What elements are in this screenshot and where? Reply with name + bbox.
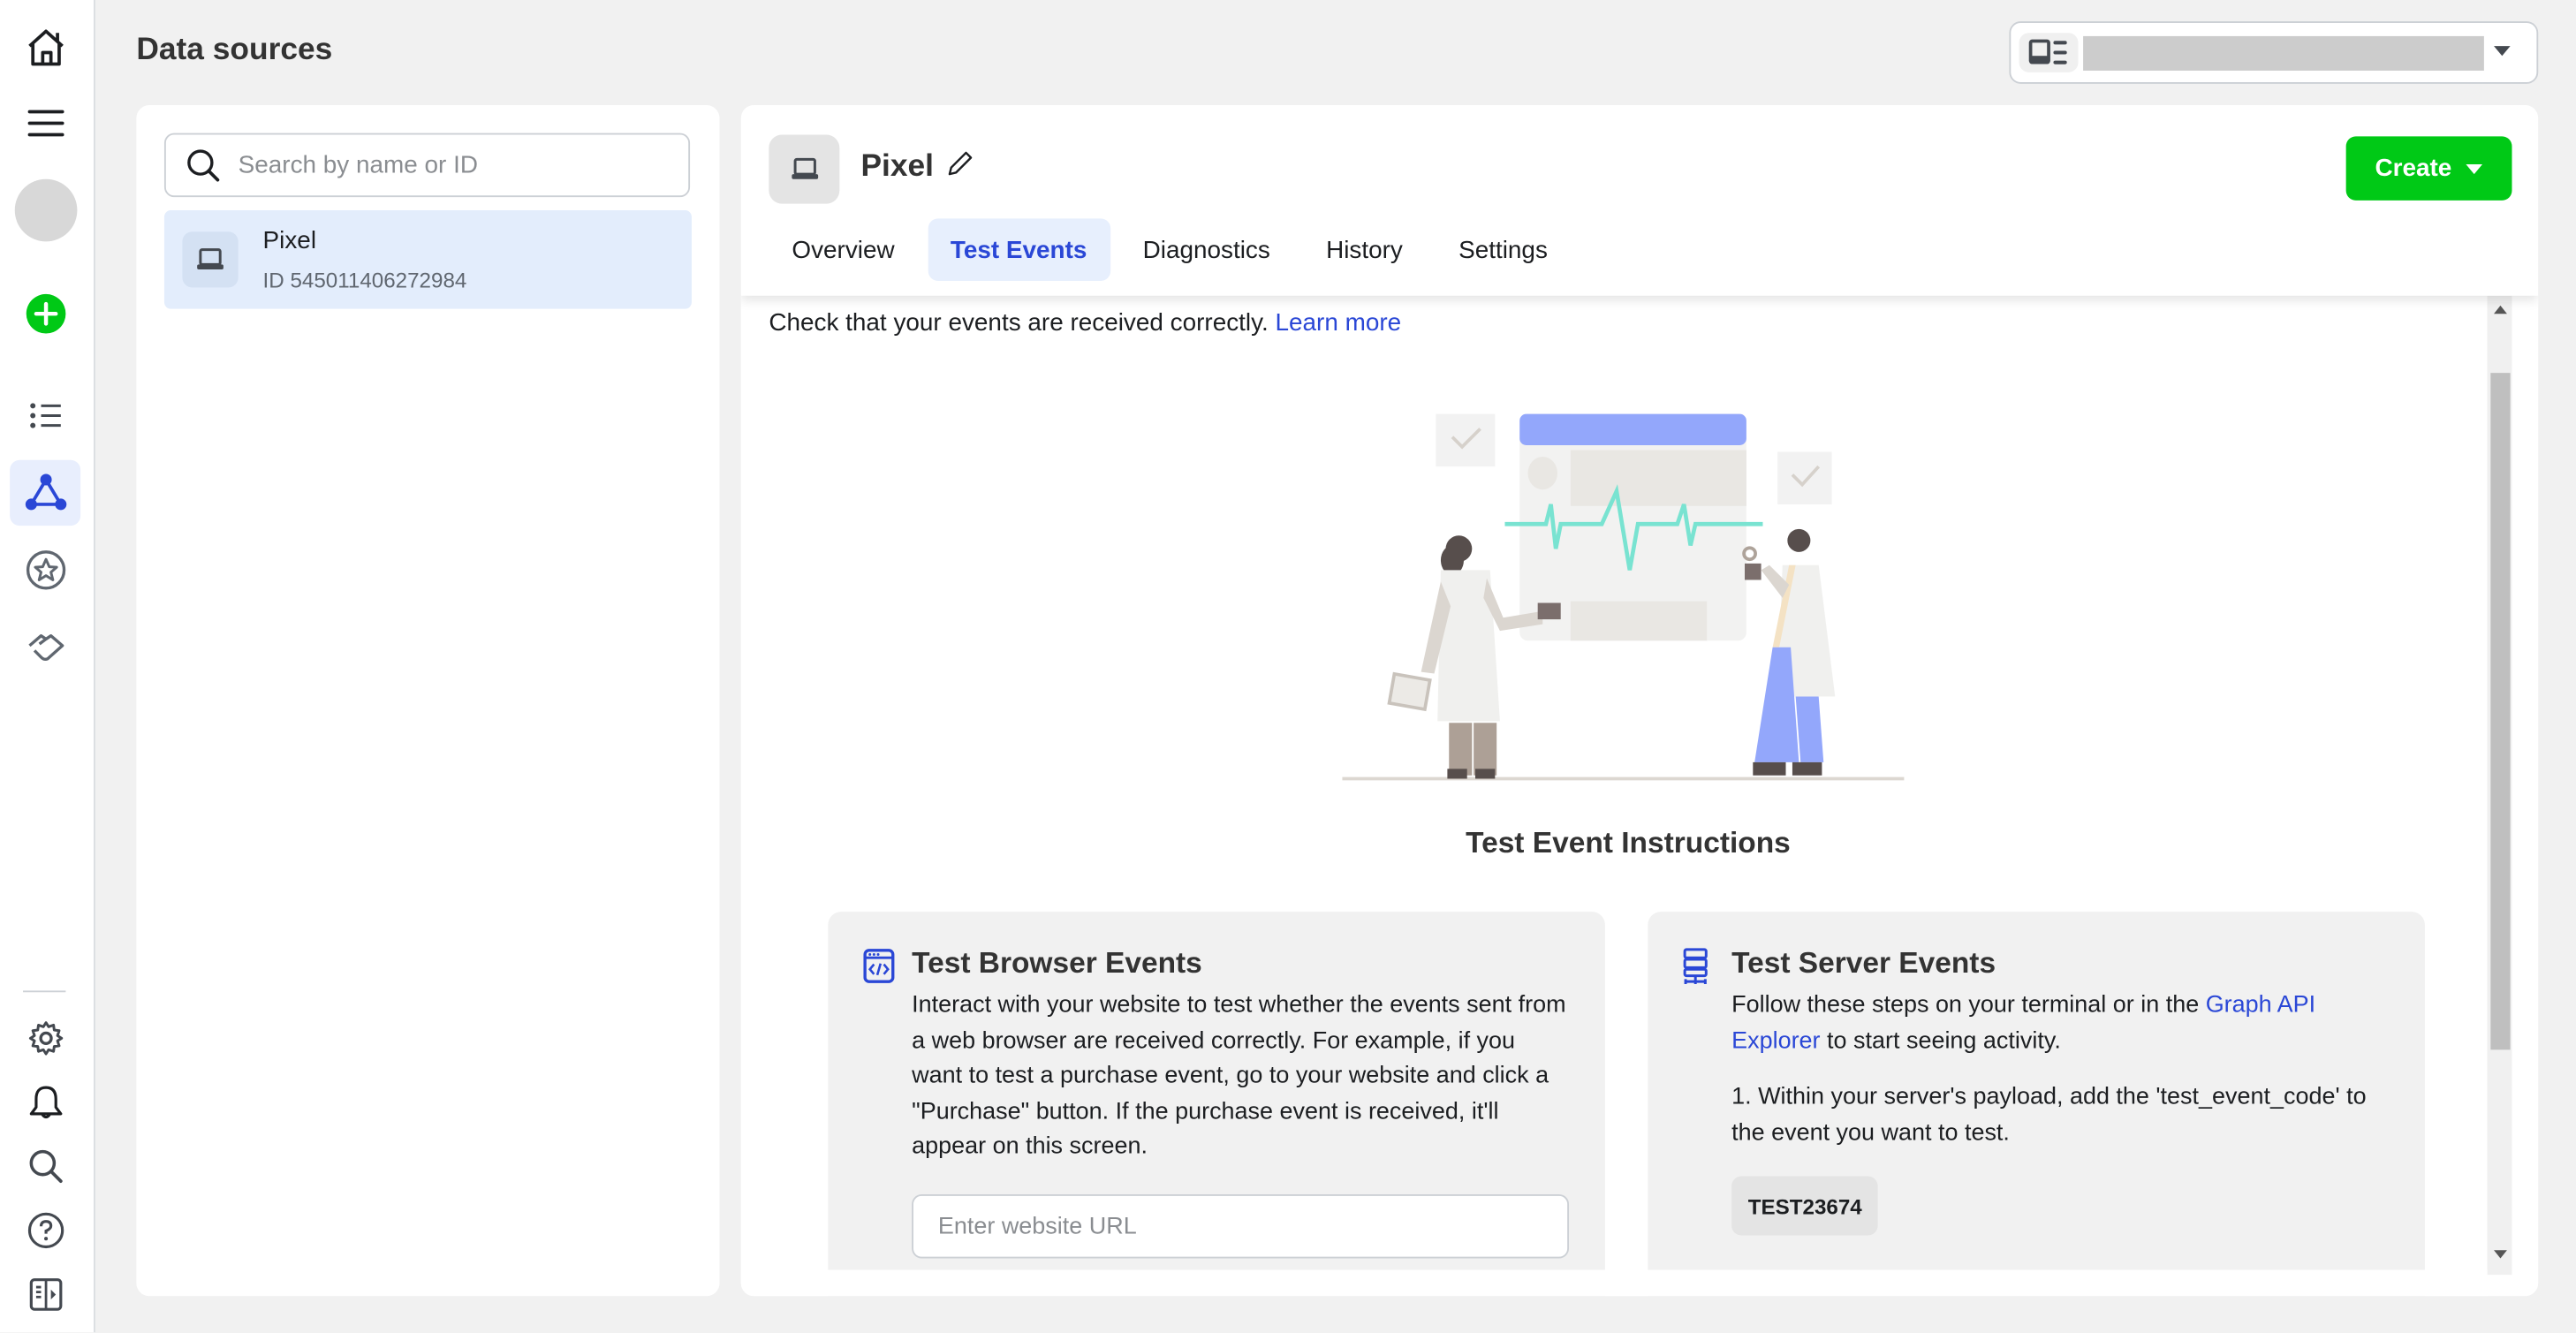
notifications-button[interactable] (10, 1070, 80, 1135)
global-nav-rail (0, 0, 95, 1333)
help-button[interactable] (10, 1198, 80, 1263)
tab-overview[interactable]: Overview (769, 218, 917, 281)
chevron-down-icon (2466, 163, 2483, 174)
search-input[interactable] (234, 149, 669, 181)
favorites-button[interactable] (10, 537, 80, 602)
test-browser-events-card: Test Browser Events Interact with your w… (828, 912, 1605, 1297)
pencil-icon (948, 151, 973, 176)
browser-card-description: Interact with your website to test wheth… (912, 992, 1566, 1160)
test-events-content: Check that your events are received corr… (740, 296, 2489, 1297)
edit-name-button[interactable] (944, 149, 974, 187)
instructions-title: Test Event Instructions (1466, 826, 1791, 860)
checkbox-card-right (1777, 451, 1832, 504)
account-name-redacted (2083, 35, 2484, 71)
tab-history[interactable]: History (1303, 218, 1426, 281)
search-button[interactable] (10, 1133, 80, 1199)
account-selector[interactable] (2009, 21, 2539, 84)
browser-code-icon (863, 949, 895, 983)
data-source-detail-panel: Pixel Create Overview Test Events Diagno… (740, 105, 2539, 1297)
intro-label: Check that your events are received corr… (769, 308, 1269, 337)
test-server-events-card: Test Server Events Follow these steps on… (1648, 912, 2425, 1297)
server-step-1: 1. Within your server's payload, add the… (1731, 1084, 2367, 1147)
test-event-code[interactable]: TEST23674 (1731, 1176, 1879, 1236)
content-scrollbar[interactable] (2487, 295, 2512, 1276)
tab-diagnostics[interactable]: Diagnostics (1120, 218, 1293, 281)
floor-line (1342, 776, 1905, 781)
website-url-field[interactable] (912, 1194, 1570, 1259)
settings-button[interactable] (10, 1005, 80, 1071)
handshake-icon (27, 634, 64, 662)
learn-more-link[interactable]: Learn more (1276, 309, 1402, 337)
data-sources-icon (24, 473, 66, 511)
server-card-description: Follow these steps on your terminal or i… (1731, 989, 2389, 1060)
notifications-icon (28, 1086, 62, 1119)
tab-test-events[interactable]: Test Events (927, 218, 1110, 282)
data-source-list-panel: Pixel ID 545011406272984 (136, 105, 720, 1297)
server-card-title: Test Server Events (1731, 946, 1996, 980)
scroll-up-arrow-icon[interactable] (2494, 305, 2507, 314)
settings-icon (27, 1021, 63, 1056)
server-body-suffix: to start seeing activity. (1827, 1027, 2061, 1054)
list-button[interactable] (10, 382, 80, 448)
star-icon (26, 550, 65, 590)
browser-card-title: Test Browser Events (912, 946, 1202, 980)
avatar[interactable] (14, 178, 78, 242)
search-icon (187, 148, 220, 181)
create-icon (25, 293, 65, 334)
test-events-illustration (1342, 413, 1905, 781)
tab-settings[interactable]: Settings (1436, 218, 1571, 281)
content-bottom-edge (740, 1269, 2488, 1297)
partners-button[interactable] (10, 615, 80, 680)
detail-header: Pixel Create Overview Test Events Diagno… (740, 105, 2539, 296)
list-icon (29, 403, 60, 428)
menu-icon (27, 110, 64, 137)
app-window: Data sources Pixel ID 545011406272984 Pi… (0, 0, 2576, 1333)
create-button-label: Create (2375, 154, 2452, 183)
rail-divider (23, 990, 66, 993)
server-icon (1683, 948, 1708, 984)
scroll-down-arrow-icon[interactable] (2494, 1250, 2507, 1259)
search-icon (28, 1149, 62, 1183)
laptop-icon (769, 134, 840, 204)
create-button[interactable]: Create (2345, 136, 2512, 201)
menu-button[interactable] (10, 90, 80, 155)
monitor-titlebar (1519, 413, 1746, 445)
help-icon (27, 1212, 64, 1249)
home-button[interactable] (10, 15, 80, 80)
data-source-title: Pixel (860, 149, 935, 185)
panel-toggle-button[interactable] (10, 1261, 80, 1327)
tab-bar: Overview Test Events Diagnostics History… (769, 218, 1580, 282)
laptop-icon (182, 231, 239, 288)
website-url-input[interactable] (935, 1211, 1549, 1242)
chevron-down-icon (2494, 46, 2511, 57)
data-sources-button[interactable] (10, 459, 81, 526)
checkbox-card-left (1436, 413, 1496, 467)
business-icon (2019, 33, 2079, 72)
scrollbar-thumb[interactable] (2490, 373, 2511, 1050)
data-source-id: ID 545011406272984 (262, 268, 467, 293)
data-source-name: Pixel (262, 226, 317, 255)
search-box[interactable] (163, 133, 691, 198)
server-body-prefix: Follow these steps on your terminal or i… (1731, 992, 2200, 1019)
intro-text: Check that your events are received corr… (769, 309, 1401, 337)
list-item[interactable]: Pixel ID 545011406272984 (163, 210, 692, 309)
panel-toggle-icon (28, 1278, 62, 1311)
create-button-rail[interactable] (10, 281, 80, 346)
home-icon (27, 29, 63, 66)
page-title: Data sources (136, 33, 333, 68)
